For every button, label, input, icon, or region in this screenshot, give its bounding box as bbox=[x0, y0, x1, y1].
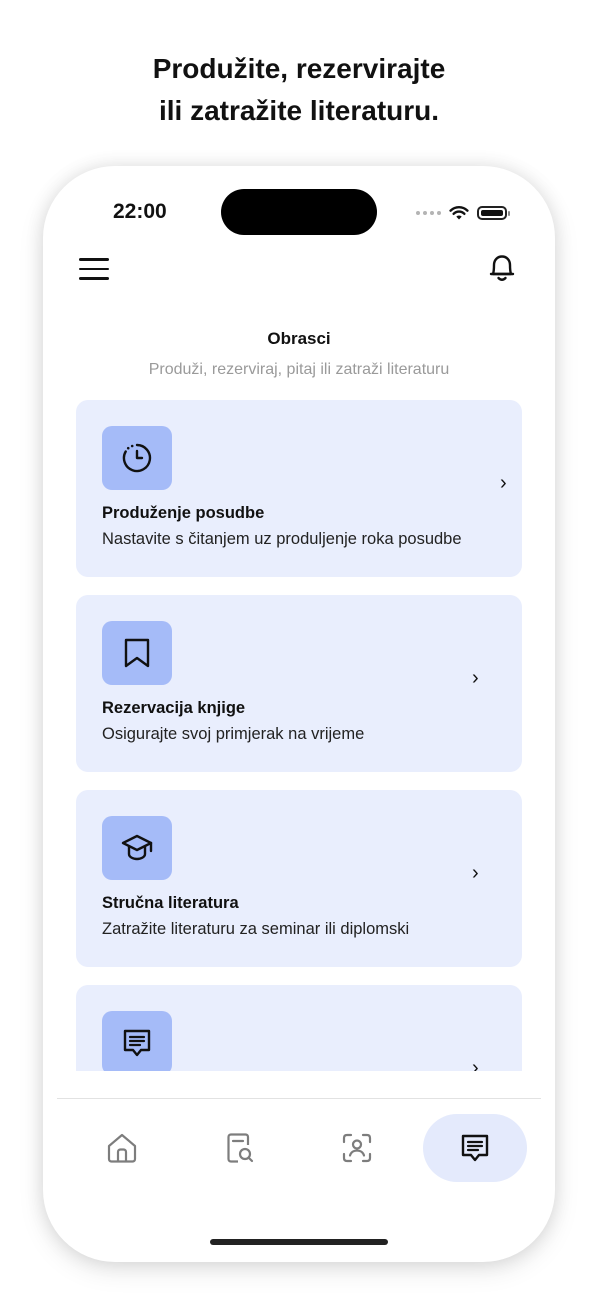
bell-icon[interactable] bbox=[485, 250, 519, 286]
status-time: 22:00 bbox=[113, 200, 167, 223]
graduation-cap-icon bbox=[121, 834, 153, 861]
tabbar-divider bbox=[57, 1098, 541, 1099]
tab-forms[interactable] bbox=[423, 1114, 527, 1182]
card-description: Zatražite literaturu za seminar ili dipl… bbox=[102, 920, 410, 938]
message-icon bbox=[461, 1134, 489, 1162]
card-question[interactable]: › bbox=[76, 985, 522, 1071]
message-icon bbox=[123, 1029, 151, 1057]
card-description: Nastavite s čitanjem uz produljenje roka… bbox=[102, 530, 462, 548]
bookmark-icon bbox=[124, 638, 150, 668]
card-title: Rezervacija knjige bbox=[102, 699, 246, 717]
card-icon-tile bbox=[102, 816, 172, 880]
card-title: Produženje posudbe bbox=[102, 504, 265, 522]
card-icon-tile bbox=[102, 621, 172, 685]
chevron-right-icon: › bbox=[472, 862, 479, 884]
dynamic-island bbox=[221, 189, 377, 235]
menu-button[interactable] bbox=[79, 254, 113, 284]
page-subtitle: Produži, rezerviraj, pitaj ili zatraži l… bbox=[148, 361, 450, 378]
tab-home[interactable] bbox=[70, 1114, 174, 1182]
tab-catalog-search[interactable] bbox=[188, 1114, 292, 1182]
wifi-icon bbox=[449, 206, 469, 220]
chevron-right-icon: › bbox=[472, 1057, 479, 1071]
hamburger-icon bbox=[79, 258, 109, 261]
card-title: Stručna literatura bbox=[102, 894, 239, 912]
signal-dots-icon bbox=[416, 211, 441, 215]
phone-frame: 22:00 Obrasci Produži, rezerviraj, pitaj… bbox=[43, 166, 555, 1262]
home-indicator bbox=[210, 1239, 388, 1245]
card-description: Osigurajte svoj primjerak na vrijeme bbox=[102, 725, 365, 743]
card-book-reservation[interactable]: Rezervacija knjige Osigurajte svoj primj… bbox=[76, 595, 522, 772]
page-title: Obrasci bbox=[267, 329, 331, 348]
card-loan-extension[interactable]: Produženje posudbe Nastavite s čitanjem … bbox=[76, 400, 522, 577]
scan-person-icon bbox=[342, 1133, 372, 1163]
home-icon bbox=[107, 1133, 137, 1163]
card-professional-literature[interactable]: Stručna literatura Zatražite literaturu … bbox=[76, 790, 522, 967]
battery-icon bbox=[477, 206, 510, 220]
card-icon-tile bbox=[102, 426, 172, 490]
chevron-right-icon: › bbox=[472, 667, 479, 689]
card-icon-tile bbox=[102, 1011, 172, 1071]
timer-icon bbox=[122, 443, 152, 473]
tab-member-card[interactable] bbox=[305, 1114, 409, 1182]
promo-line-2: ili zatražite literaturu. bbox=[158, 95, 440, 126]
forms-list: Produženje posudbe Nastavite s čitanjem … bbox=[76, 400, 522, 1071]
document-search-icon bbox=[227, 1133, 254, 1163]
chevron-right-icon: › bbox=[500, 472, 507, 494]
status-icons bbox=[416, 203, 510, 223]
promo-line-1: Produžite, rezervirajte bbox=[152, 53, 446, 84]
promo-headline: Produžite, rezervirajte ili zatražite li… bbox=[0, 48, 598, 132]
